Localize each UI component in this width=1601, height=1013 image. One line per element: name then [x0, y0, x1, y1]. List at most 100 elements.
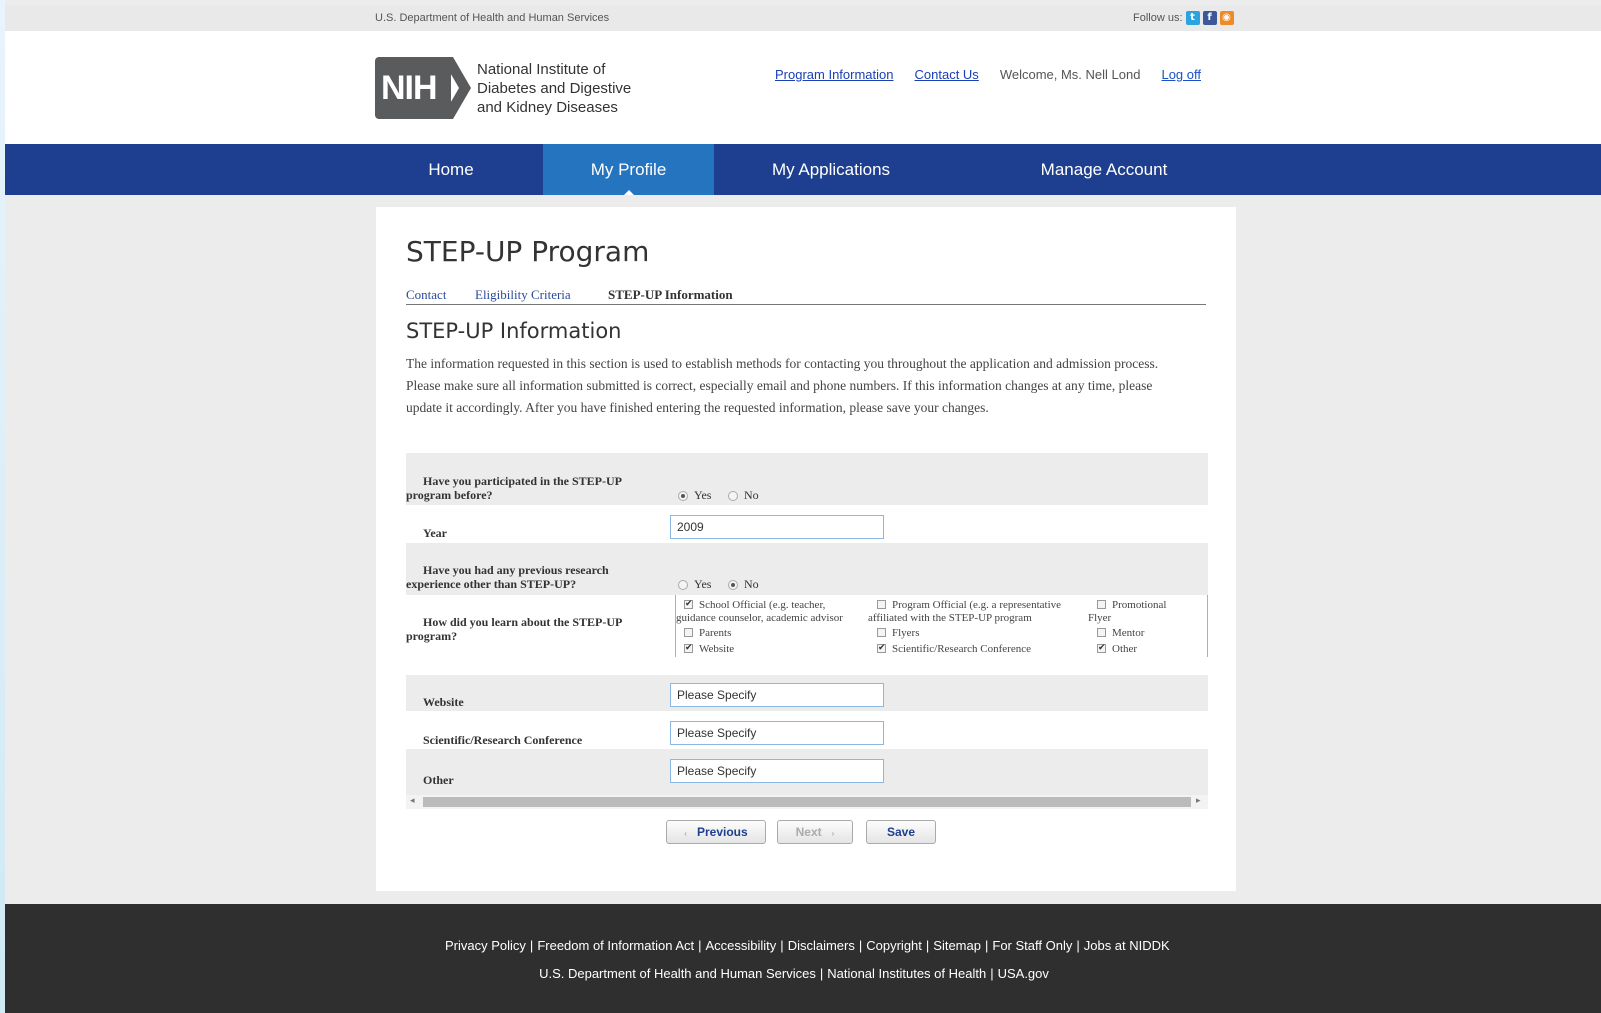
tab-step-up-information[interactable]: STEP-UP Information	[608, 287, 733, 303]
q3-row: How did you learn about the STEP-UP prog…	[406, 595, 1208, 663]
cb-conference[interactable]: Scientific/Research Conference	[877, 642, 1031, 656]
section-title: STEP-UP Information	[406, 319, 622, 343]
follow-us: Follow us: t f ◉	[1133, 11, 1234, 25]
q1-yes-radio[interactable]: Yes	[678, 488, 711, 503]
scroll-right-icon[interactable]: ▸	[1196, 796, 1201, 806]
year-input[interactable]: 2009	[670, 515, 884, 539]
checkbox-empty-icon	[684, 628, 693, 637]
cb-parents[interactable]: Parents	[684, 627, 731, 640]
chevron-right-icon: ›	[831, 829, 835, 838]
q1-label: Have you participated in the STEP-UP pro…	[406, 474, 623, 502]
nih-logo-icon: NIH	[375, 57, 471, 119]
cb-mentor[interactable]: Mentor	[1097, 627, 1144, 640]
cb-website[interactable]: Website	[684, 642, 734, 656]
radio-empty-icon	[728, 490, 738, 501]
contact-us-link[interactable]: Contact Us	[915, 67, 979, 82]
page-title: STEP-UP Program	[406, 235, 650, 268]
conference-row: Scientific/Research Conference Please Sp…	[406, 711, 1208, 749]
footer-accessibility[interactable]: Accessibility	[706, 938, 777, 953]
year-row: Year 2009	[406, 505, 1208, 543]
section-description: The information requested in this sectio…	[406, 356, 1159, 415]
other-label: Other	[423, 773, 454, 787]
footer-copyright[interactable]: Copyright	[866, 938, 922, 953]
nav-manage-account[interactable]: Manage Account	[989, 144, 1219, 195]
website-label: Website	[423, 695, 464, 709]
footer-sitemap[interactable]: Sitemap	[933, 938, 981, 953]
q2-yes-radio[interactable]: Yes	[678, 577, 711, 592]
main-nav: Home My Profile My Applications Manage A…	[5, 144, 1601, 195]
radio-selected-icon	[728, 579, 738, 590]
cb-program-official[interactable]: Program Official (e.g. a representative	[877, 599, 1061, 612]
q1-no-radio[interactable]: No	[728, 488, 759, 503]
checkbox-checked-icon	[684, 642, 693, 655]
twitter-icon[interactable]: t	[1185, 11, 1200, 25]
checkbox-panel-border	[1207, 595, 1208, 657]
cb-program-official-label: affiliated with the STEP-UP program	[868, 612, 1032, 624]
cb-other[interactable]: Other	[1097, 642, 1137, 656]
tab-eligibility-criteria[interactable]: Eligibility Criteria	[475, 287, 571, 303]
org-name: National Institute of Diabetes and Diges…	[477, 60, 632, 116]
q2-no-radio[interactable]: No	[728, 577, 759, 592]
site-footer: Privacy Policy | Freedom of Information Ac…	[5, 904, 1601, 1013]
checkbox-checked-icon	[1097, 642, 1106, 655]
chevron-left-icon: ‹	[684, 829, 687, 838]
radio-empty-icon	[678, 579, 688, 590]
footer-nih[interactable]: National Institutes of Health	[827, 966, 986, 981]
footer-links-primary: Privacy Policy | Freedom of Information Ac…	[445, 938, 1170, 953]
scroll-left-icon[interactable]: ◂	[410, 796, 415, 806]
active-caret-icon	[623, 190, 634, 195]
q2-row: Have you had any previous research exper…	[406, 543, 1208, 595]
nih-logo-text: NIH	[381, 69, 438, 107]
conference-input[interactable]: Please Specify	[670, 721, 884, 745]
footer-privacy-policy[interactable]: Privacy Policy	[445, 938, 526, 953]
nav-my-profile[interactable]: My Profile	[543, 144, 714, 195]
checkbox-checked-icon	[877, 642, 886, 655]
checkbox-empty-icon	[877, 628, 886, 637]
conference-label: Scientific/Research Conference	[423, 733, 583, 747]
footer-disclaimers[interactable]: Disclaimers	[788, 938, 855, 953]
nav-home[interactable]: Home	[374, 144, 528, 195]
other-row: Other Please Specify	[406, 749, 1208, 795]
top-utility-bar: U.S. Department of Health and Human Serv…	[5, 6, 1601, 31]
rss-icon[interactable]: ◉	[1219, 11, 1234, 25]
header-links: Program Information Contact Us Welcome, …	[775, 67, 1201, 82]
niddk-logo[interactable]: NIH National Institute of Diabetes and D…	[375, 57, 631, 119]
radio-selected-icon	[678, 490, 688, 501]
next-button[interactable]: Next ›	[777, 820, 853, 844]
hhs-label: U.S. Department of Health and Human Serv…	[375, 12, 610, 24]
q2-label: Have you had any previous research exper…	[406, 563, 609, 591]
program-information-link[interactable]: Program Information	[775, 67, 894, 82]
checkbox-empty-icon	[877, 600, 886, 609]
q1-row: Have you participated in the STEP-UP pro…	[406, 453, 1208, 505]
other-input[interactable]: Please Specify	[670, 759, 884, 783]
footer-usa-gov[interactable]: USA.gov	[998, 966, 1049, 981]
horizontal-scrollbar[interactable]: ◂ ▸	[406, 795, 1208, 809]
cb-school-official-label: guidance counselor, academic advisor	[676, 612, 843, 624]
previous-button[interactable]: ‹ Previous	[666, 820, 766, 844]
checkbox-empty-icon	[1097, 628, 1106, 637]
save-button[interactable]: Save	[866, 820, 936, 844]
footer-foia[interactable]: Freedom of Information Act	[537, 938, 694, 953]
cb-flyers[interactable]: Flyers	[877, 627, 920, 640]
footer-staff-only[interactable]: For Staff Only	[992, 938, 1072, 953]
footer-links-secondary: U.S. Department of Health and Human Serv…	[539, 966, 1049, 981]
sub-tabs: Contact Eligibility Criteria STEP-UP Inf…	[406, 281, 1206, 305]
follow-us-label: Follow us:	[1133, 12, 1183, 24]
footer-hhs[interactable]: U.S. Department of Health and Human Serv…	[539, 966, 816, 981]
scrollbar-thumb[interactable]	[423, 797, 1191, 807]
website-input[interactable]: Please Specify	[670, 683, 884, 707]
facebook-icon[interactable]: f	[1202, 11, 1217, 25]
log-off-link[interactable]: Log off	[1161, 67, 1201, 82]
cb-promotional-flyer-label: Flyer	[1088, 612, 1112, 624]
step-up-form: Have you participated in the STEP-UP pro…	[406, 453, 1208, 817]
footer-jobs[interactable]: Jobs at NIDDK	[1084, 938, 1170, 953]
tab-contact[interactable]: Contact	[406, 287, 446, 303]
cb-school-official[interactable]: School Official (e.g. teacher,	[684, 598, 825, 612]
welcome-text: Welcome, Ms. Nell Lond	[999, 67, 1141, 82]
cb-promotional-flyer[interactable]: Promotional	[1097, 599, 1166, 612]
nav-my-applications[interactable]: My Applications	[725, 144, 937, 195]
checkbox-panel-border	[675, 595, 676, 657]
q3-label: How did you learn about the STEP-UP prog…	[406, 615, 623, 643]
checkbox-checked-icon	[684, 598, 693, 611]
year-label: Year	[423, 526, 447, 540]
